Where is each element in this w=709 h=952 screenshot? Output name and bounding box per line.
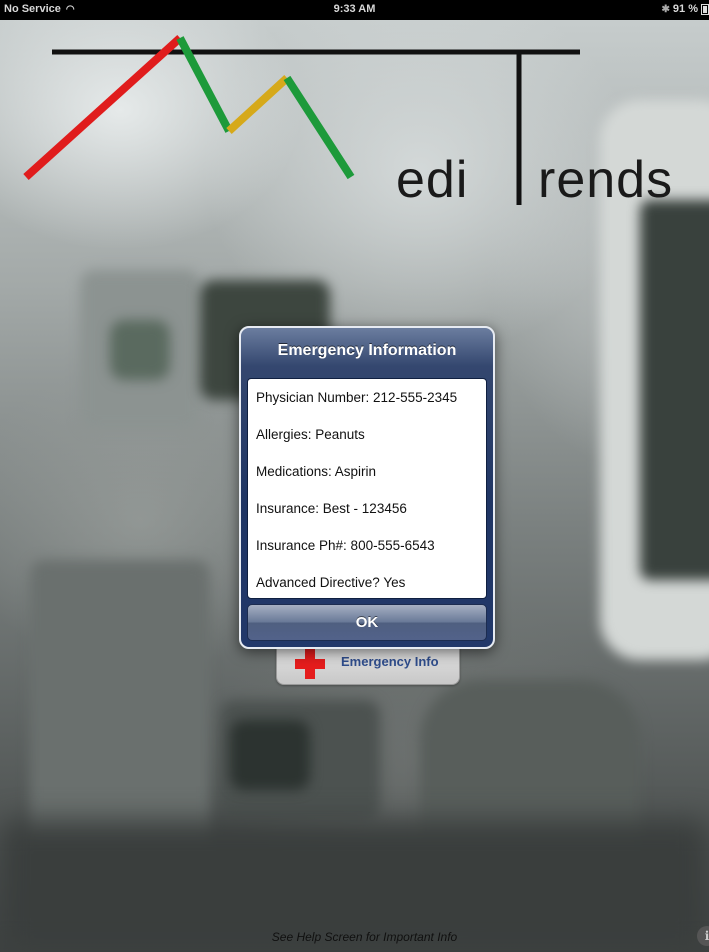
bg-shape: [230, 720, 310, 790]
info-row-insurance: Insurance: Best - 123456: [256, 501, 407, 516]
emergency-info-label: Emergency Info: [341, 654, 439, 669]
battery-icon: [701, 3, 709, 15]
status-right: ✱ 91 %: [662, 3, 709, 15]
battery-percent: 91 %: [672, 3, 698, 15]
ok-button[interactable]: OK: [247, 604, 487, 641]
info-row-physician: Physician Number: 212-555-2345: [256, 390, 458, 405]
info-row-allergies: Allergies: Peanuts: [256, 427, 365, 442]
logo-yellow-line: [226, 75, 290, 134]
logo-green-line-2: [283, 75, 355, 180]
info-row-advanced-directive: Advanced Directive? Yes: [256, 575, 406, 590]
logo-red-line: [23, 35, 183, 180]
info-row-medications: Medications: Aspirin: [256, 464, 377, 479]
alert-title: Emergency Information: [277, 342, 457, 359]
alert-info-list: Physician Number: 212-555-2345 Allergies…: [247, 378, 487, 599]
bg-shape: [640, 200, 709, 580]
info-row-insurance-phone: Insurance Ph#: 800-555-6543: [256, 538, 435, 553]
red-cross-icon: [295, 649, 325, 679]
help-footer-text: See Help Screen for Important Info: [271, 930, 458, 944]
emergency-information-alert: Emergency Information Physician Number: …: [239, 326, 495, 649]
status-time: 9:33 AM: [333, 3, 376, 15]
logo-text-right: rends: [538, 151, 674, 209]
logo-text-left: edi: [396, 151, 469, 209]
status-bar: No Service ◠ 9:33 AM ✱ 91 %: [0, 0, 709, 20]
bluetooth-icon: ✱: [661, 3, 670, 15]
meditrends-logo: edi rends: [0, 20, 709, 220]
bg-shape: [110, 320, 170, 380]
